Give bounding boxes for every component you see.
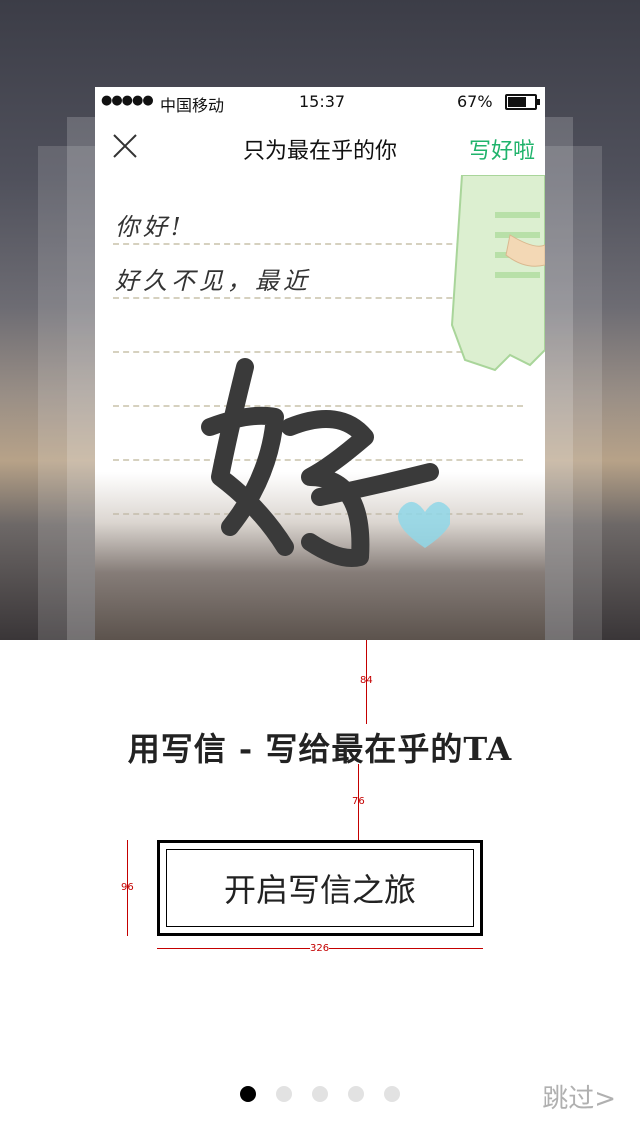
dimension-label: 84 (360, 675, 373, 686)
letter-line-1: 你好! (115, 213, 185, 241)
hero-background: ●●●●● 中国移动 15:37 67% 只为最在乎的你 写好啦 你好! 好久不… (0, 0, 640, 640)
signal-icon: ●●●●● (101, 93, 154, 108)
start-writing-label: 开启写信之旅 (166, 849, 474, 927)
nav-bar: 只为最在乎的你 写好啦 (95, 117, 545, 175)
done-button[interactable]: 写好啦 (469, 133, 535, 165)
start-writing-button[interactable]: 开启写信之旅 (157, 840, 483, 936)
hao-character-illustration (201, 358, 450, 567)
status-bar: ●●●●● 中国移动 15:37 67% (95, 87, 545, 117)
dimension-label: 76 (352, 796, 365, 807)
carrier-label: 中国移动 (160, 96, 225, 115)
skip-button[interactable]: 跳过> (542, 1078, 616, 1115)
headline: 用写信 - 写给最在乎的TA (127, 730, 513, 768)
letter-line-2: 好久不见，最近 (115, 267, 311, 295)
dimension-label: 96 (121, 882, 134, 893)
status-time: 15:37 (299, 92, 346, 111)
page-dot-2[interactable] (276, 1086, 292, 1102)
page-dot-1[interactable] (240, 1086, 256, 1102)
battery-icon (505, 94, 540, 110)
sleeve-illustration (450, 175, 545, 372)
battery-percent: 67% (457, 92, 493, 111)
page-dot-5[interactable] (384, 1086, 400, 1102)
phone-mockup: ●●●●● 中国移动 15:37 67% 只为最在乎的你 写好啦 你好! 好久不… (95, 87, 545, 640)
page-dot-3[interactable] (312, 1086, 328, 1102)
dimension-label: 326 (310, 943, 330, 954)
page-dot-4[interactable] (348, 1086, 364, 1102)
